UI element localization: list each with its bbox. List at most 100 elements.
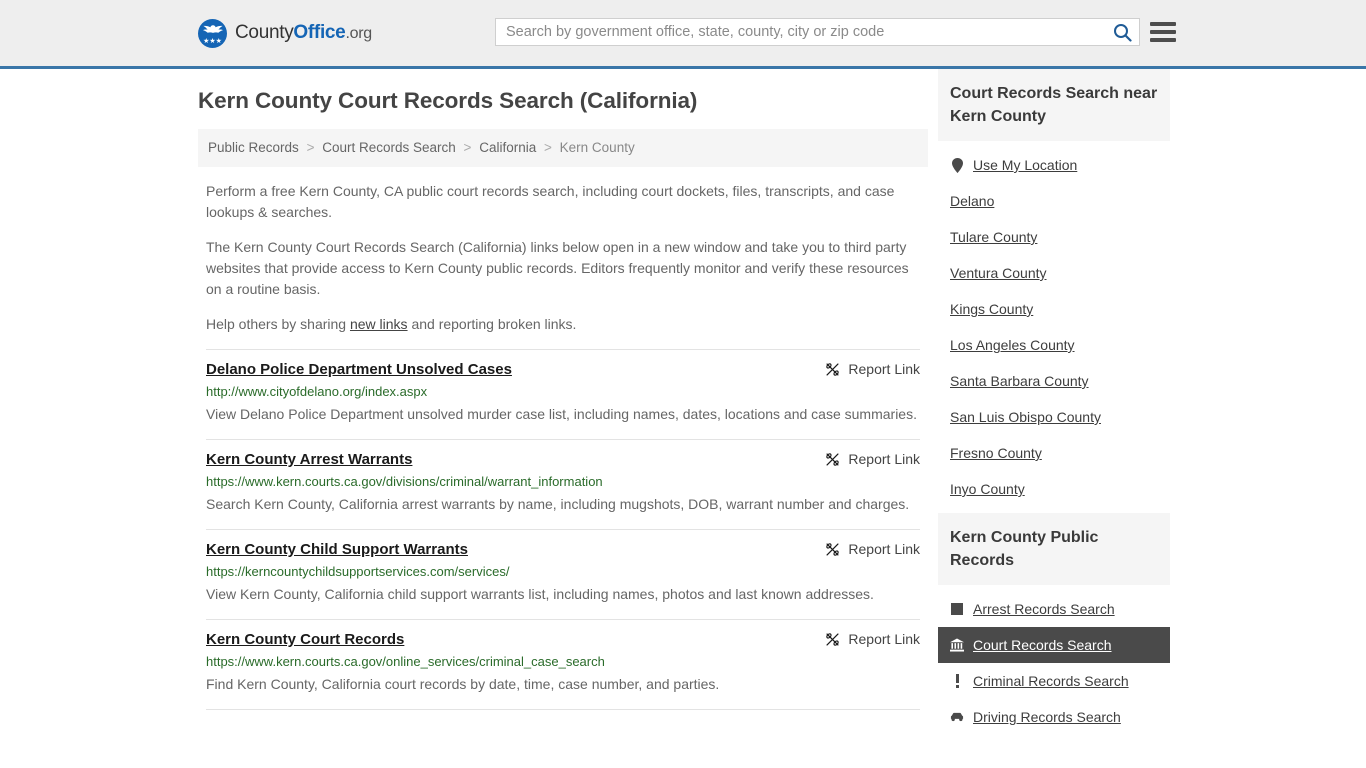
intro-paragraph-3: Help others by sharing new links and rep… (206, 314, 920, 335)
sidebar-nearby-link[interactable]: Tulare County (938, 219, 1170, 255)
sidebar-records-item: Court Records Search (938, 627, 1170, 663)
result-header: Kern County Court Records Report Link (206, 630, 920, 650)
sidebar-nearby-item: Ventura County (938, 255, 1170, 291)
sidebar-records-item: Driving Records Search (938, 699, 1170, 735)
sidebar-nearby-item: Fresno County (938, 435, 1170, 471)
result-url: https://kerncountychildsupportservices.c… (206, 564, 510, 579)
sidebar-nearby-link[interactable]: Fresno County (938, 435, 1170, 471)
search-button[interactable] (1105, 19, 1139, 45)
intro-paragraph-2: The Kern County Court Records Search (Ca… (206, 239, 909, 297)
sidebar-nearby-link[interactable]: Ventura County (938, 255, 1170, 291)
breadcrumb-separator: > (463, 140, 472, 155)
broken-link-icon (826, 362, 840, 376)
intro-p3-before: Help others by sharing (206, 316, 350, 332)
result-description: Find Kern County, California court recor… (206, 676, 720, 692)
report-link-label: Report Link (848, 541, 920, 557)
search-bar[interactable] (495, 18, 1140, 46)
sidebar-records-label: Arrest Records Search (973, 601, 1115, 617)
report-link-button[interactable]: Report Link (825, 540, 920, 557)
report-link-button[interactable]: Report Link (825, 630, 920, 647)
new-links-link[interactable]: new links (350, 316, 408, 332)
breadcrumb-separator: > (306, 140, 315, 155)
map-pin-icon (950, 157, 964, 173)
result-title-link[interactable]: Kern County Court Records (206, 630, 404, 650)
logo-text-county: County (235, 22, 294, 43)
sidebar-nearby-label: Delano (950, 193, 995, 209)
result-title-link[interactable]: Delano Police Department Unsolved Cases (206, 360, 512, 380)
result-title-link[interactable]: Kern County Arrest Warrants (206, 450, 412, 470)
breadcrumb-item-0[interactable]: Public Records (208, 140, 299, 155)
site-header: ★★★ CountyOffice.org (0, 0, 1366, 69)
search-icon (1113, 23, 1132, 42)
sidebar-nearby-link[interactable]: Kings County (938, 291, 1170, 327)
courthouse-icon (950, 638, 964, 653)
sidebar-nearby-label: Inyo County (950, 481, 1025, 497)
sidebar-nearby-item: Inyo County (938, 471, 1170, 507)
sidebar-nearby-item: San Luis Obispo County (938, 399, 1170, 435)
sidebar-nearby-item: Kings County (938, 291, 1170, 327)
sidebar-nearby-label: San Luis Obispo County (950, 409, 1101, 425)
sidebar-nearby-label: Santa Barbara County (950, 373, 1089, 389)
hamburger-menu-icon[interactable] (1150, 20, 1176, 44)
square-icon (950, 602, 964, 617)
sidebar-nearby-title: Court Records Search near Kern County (938, 69, 1170, 141)
sidebar-nearby-label: Fresno County (950, 445, 1042, 461)
sidebar-nearby-link[interactable]: Delano (938, 183, 1170, 219)
sidebar-nearby-link[interactable]: San Luis Obispo County (938, 399, 1170, 435)
report-link-label: Report Link (848, 361, 920, 377)
sidebar-public-records-title: Kern County Public Records (938, 513, 1170, 585)
result-item: Kern County Court Records Report Link http… (206, 620, 920, 710)
report-link-label: Report Link (848, 631, 920, 647)
sidebar-nearby-box: Court Records Search near Kern County Us… (938, 69, 1170, 507)
intro-paragraph-1: Perform a free Kern County, CA public co… (206, 183, 895, 220)
hamburger-bar-3 (1150, 38, 1176, 42)
logo-text-org: .org (345, 25, 372, 42)
sidebar-nearby-item: Santa Barbara County (938, 363, 1170, 399)
page-body: Kern County Court Records Search (Califo… (0, 69, 1366, 741)
sidebar-nearby-link[interactable]: Los Angeles County (938, 327, 1170, 363)
breadcrumb-item-1[interactable]: Court Records Search (322, 140, 456, 155)
sidebar-nearby-label: Kings County (950, 301, 1034, 317)
sidebar-nearby-list: Use My Location Delano Tulare County Ventur… (938, 141, 1170, 507)
sidebar-records-link[interactable]: Criminal Records Search (938, 663, 1170, 699)
sidebar-nearby-link[interactable]: Use My Location (938, 147, 1170, 183)
sidebar-records-item: Arrest Records Search (938, 591, 1170, 627)
exclamation-icon (955, 674, 959, 688)
breadcrumb-item-3: Kern County (559, 140, 635, 155)
intro-section: Perform a free Kern County, CA public co… (198, 181, 928, 335)
result-header: Delano Police Department Unsolved Cases R… (206, 360, 920, 380)
content-container: Kern County Court Records Search (Califo… (198, 69, 1172, 741)
sidebar-nearby-label: Los Angeles County (950, 337, 1075, 353)
breadcrumb-item-2[interactable]: California (479, 140, 536, 155)
result-header: Kern County Child Support Warrants Report… (206, 540, 920, 560)
car-icon (950, 712, 964, 722)
sidebar-nearby-link[interactable]: Inyo County (938, 471, 1170, 507)
result-description: View Kern County, California child suppo… (206, 586, 874, 602)
sidebar: Court Records Search near Kern County Us… (938, 69, 1170, 741)
square-icon (951, 603, 963, 615)
sidebar-records-item: Criminal Records Search (938, 663, 1170, 699)
eagle-seal-icon: ★★★ (198, 18, 227, 48)
result-item: Kern County Arrest Warrants Report Link ht… (206, 440, 920, 530)
stars-glyph: ★★★ (203, 37, 222, 45)
report-link-button[interactable]: Report Link (825, 360, 920, 377)
report-link-button[interactable]: Report Link (825, 450, 920, 467)
sidebar-records-label: Criminal Records Search (973, 673, 1129, 689)
result-description: Search Kern County, California arrest wa… (206, 496, 910, 512)
sidebar-nearby-link[interactable]: Santa Barbara County (938, 363, 1170, 399)
hamburger-bar-1 (1150, 22, 1176, 26)
site-logo[interactable]: ★★★ CountyOffice.org (198, 18, 372, 48)
result-header: Kern County Arrest Warrants Report Link (206, 450, 920, 470)
breadcrumb: Public Records > Court Records Search > … (198, 129, 928, 167)
result-title-link[interactable]: Kern County Child Support Warrants (206, 540, 468, 560)
main-column: Kern County Court Records Search (Califo… (198, 69, 928, 710)
sidebar-records-link[interactable]: Driving Records Search (938, 699, 1170, 735)
sidebar-records-link[interactable]: Arrest Records Search (938, 591, 1170, 627)
sidebar-nearby-item: Los Angeles County (938, 327, 1170, 363)
search-input[interactable] (496, 19, 1105, 45)
sidebar-records-link[interactable]: Court Records Search (938, 627, 1170, 663)
sidebar-nearby-item: Tulare County (938, 219, 1170, 255)
broken-link-icon (826, 542, 840, 556)
breadcrumb-separator: > (544, 140, 552, 155)
sidebar-nearby-item: Use My Location (938, 147, 1170, 183)
